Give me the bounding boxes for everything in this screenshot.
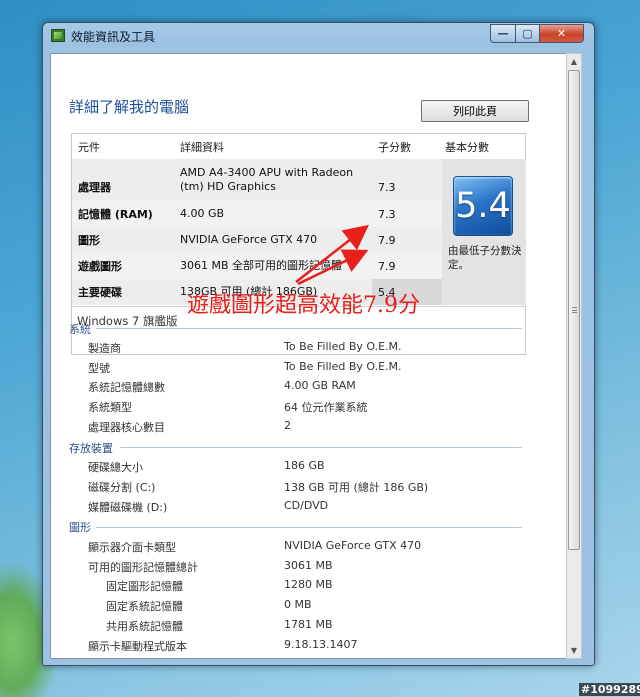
info-value: 0 MB <box>284 598 312 611</box>
info-value: To Be Filled By O.E.M. <box>284 360 402 373</box>
row-details: 4.00 GB <box>180 207 225 220</box>
info-value: 1781 MB <box>284 618 333 631</box>
info-value: 1280 MB <box>284 578 333 591</box>
header-subscore: 子分數 <box>378 140 411 154</box>
row-component: 圖形 <box>78 234 100 247</box>
section-heading-graphics: 圖形 <box>69 521 91 534</box>
row-component: 遊戲圖形 <box>78 260 122 273</box>
info-label: 固定圖形記憶體 <box>106 580 183 593</box>
info-label: 系統記憶體總數 <box>88 381 165 394</box>
row-subscore: 7.9 <box>378 233 396 247</box>
info-value: 138 GB 可用 (總計 186 GB) <box>284 481 429 494</box>
info-value: 3061 MB <box>284 559 333 572</box>
watermark-label: #1099289 <box>579 683 640 696</box>
info-value: 4.00 GB RAM <box>284 379 356 392</box>
print-page-button[interactable]: 列印此頁 <box>421 100 529 122</box>
content-layer: 詳細了解我的電腦 列印此頁 元件 詳細資料 子分數 基本分數 處理器 AMD A… <box>50 53 573 657</box>
table-row: 遊戲圖形 3061 MB 全部可用的圖形記憶體 7.9 <box>72 253 442 279</box>
header-details: 詳細資料 <box>180 140 224 154</box>
base-score-badge: 5.4 <box>453 176 513 236</box>
row-details: NVIDIA GeForce GTX 470 <box>180 233 318 246</box>
maximize-button[interactable]: ▢ <box>515 24 540 43</box>
section-divider <box>96 328 522 329</box>
info-value: 64 位元作業系統 <box>284 401 368 414</box>
info-label: 顯示器介面卡類型 <box>88 541 176 554</box>
info-value: CD/DVD <box>284 499 329 512</box>
section-heading-system: 系統 <box>69 323 91 336</box>
close-button[interactable]: ✕ <box>539 24 584 43</box>
table-row: 處理器 AMD A4-3400 APU with Radeon (tm) HD … <box>72 159 442 201</box>
header-component: 元件 <box>78 140 100 154</box>
base-score-panel: 5.4 由最低子分數決定。 <box>442 159 526 305</box>
row-component: 處理器 <box>78 181 111 194</box>
info-value: 2 <box>284 419 291 432</box>
info-label: 硬碟總大小 <box>88 461 143 474</box>
annotation-text: 遊戲圖形超高效能7.9分 <box>187 293 420 318</box>
section-heading-storage: 存放裝置 <box>69 442 113 455</box>
section-divider <box>96 527 522 528</box>
header-base-score: 基本分數 <box>445 140 489 154</box>
info-label: 可用的圖形記憶體總計 <box>88 561 198 574</box>
table-row: 記憶體 (RAM) 4.00 GB 7.3 <box>72 201 442 227</box>
info-label: 處理器核心數目 <box>88 421 165 434</box>
minimize-button[interactable]: — <box>490 24 516 43</box>
info-label: 固定系統記憶體 <box>106 600 183 613</box>
row-component: 主要硬碟 <box>78 286 122 299</box>
info-label: 媒體磁碟機 (D:) <box>88 501 168 514</box>
page-title: 詳細了解我的電腦 <box>69 98 190 116</box>
row-subscore: 7.3 <box>378 207 396 221</box>
row-details: 3061 MB 全部可用的圖形記憶體 <box>180 259 343 272</box>
title-bar[interactable]: 效能資訊及工具 — ▢ ✕ <box>43 23 594 49</box>
info-label: 製造商 <box>88 342 121 355</box>
info-label: 系統類型 <box>88 401 132 414</box>
row-subscore: 7.9 <box>378 259 396 273</box>
window-title: 效能資訊及工具 <box>71 30 156 44</box>
section-divider <box>120 447 522 448</box>
rating-table: 元件 詳細資料 子分數 基本分數 處理器 AMD A4-3400 APU wit… <box>71 133 526 355</box>
info-value: 186 GB <box>284 459 325 472</box>
row-subscore: 7.3 <box>378 180 396 194</box>
table-row: 圖形 NVIDIA GeForce GTX 470 7.9 <box>72 227 442 253</box>
info-label: 顯示卡驅動程式版本 <box>88 640 187 653</box>
row-component: 記憶體 (RAM) <box>78 208 153 221</box>
info-label: 型號 <box>88 362 110 375</box>
info-value: To Be Filled By O.E.M. <box>284 340 402 353</box>
info-value: 9.18.13.1407 <box>284 638 358 651</box>
row-details: AMD A4-3400 APU with Radeon (tm) HD Grap… <box>180 166 354 193</box>
base-score-note: 由最低子分數決定。 <box>448 245 522 271</box>
performance-app-icon <box>51 29 65 42</box>
info-value: NVIDIA GeForce GTX 470 <box>284 539 422 552</box>
info-label: 磁碟分割 (C:) <box>88 481 156 494</box>
info-label: 共用系統記憶體 <box>106 620 183 633</box>
